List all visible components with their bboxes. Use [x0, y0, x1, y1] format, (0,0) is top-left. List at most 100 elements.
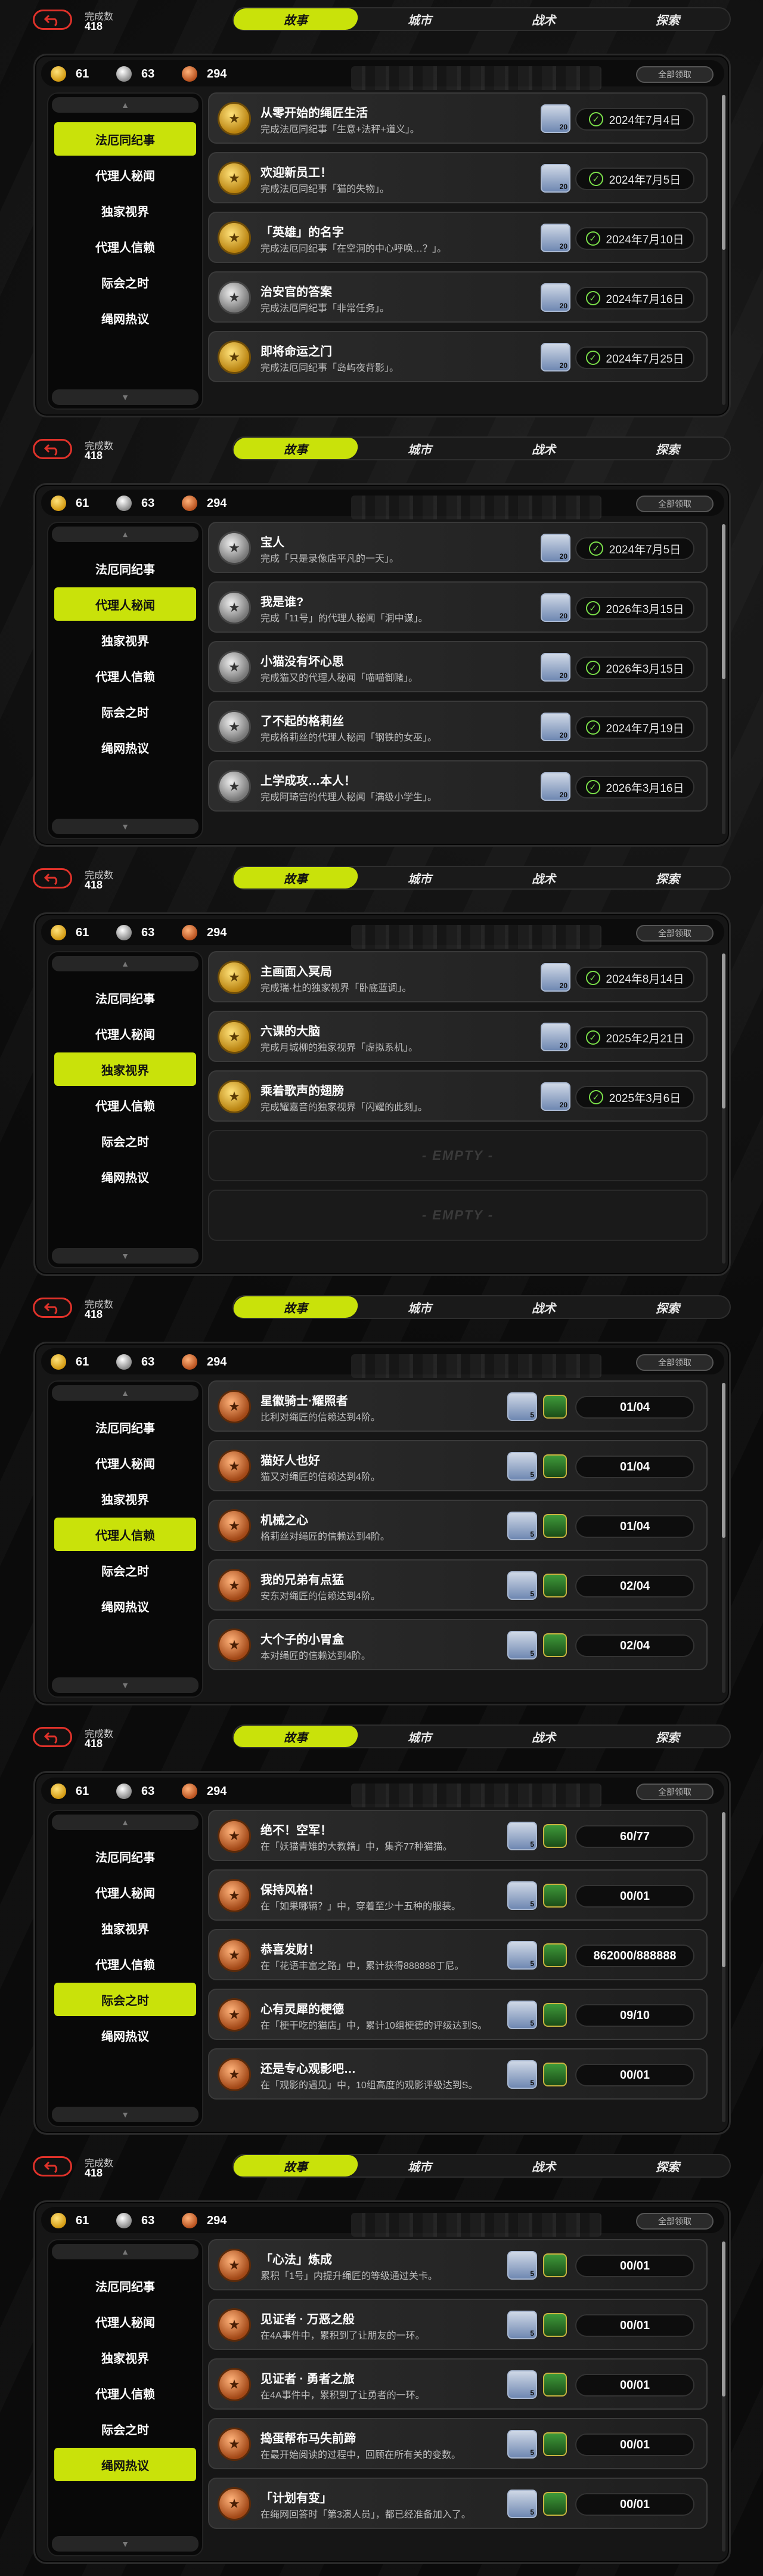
category-item[interactable]: 代理人秘闻 — [54, 587, 196, 621]
tab-2[interactable]: 战术 — [482, 8, 606, 30]
category-item[interactable]: 独家视界 — [54, 194, 196, 227]
tab-0[interactable]: 故事 — [232, 1726, 359, 1747]
category-item[interactable]: 独家视界 — [54, 2340, 196, 2374]
category-item[interactable]: 际会之时 — [54, 1124, 196, 1157]
list-scrollbar[interactable] — [722, 1383, 725, 1693]
achievement-card[interactable]: ★ 大个子的小胃盒 本对绳匠的信赖达到4阶。 5 02/04 — [208, 1619, 708, 1670]
achievement-card[interactable]: ★ 保持风格！ 在「如果哪辆？」中，穿着至少十五种的服装。 5 00/01 — [208, 1869, 708, 1921]
achievement-card[interactable]: ★ 见证者 · 万恶之般 在4A事件中，累积到了让朋友的一环。 5 00/01 — [208, 2299, 708, 2350]
category-item[interactable]: 绳网热议 — [54, 1160, 196, 1193]
category-item[interactable]: 代理人信赖 — [54, 1088, 196, 1122]
list-scrollbar[interactable] — [722, 95, 725, 405]
scrollbar-thumb[interactable] — [722, 1383, 725, 1538]
achievement-card[interactable]: ★ 从零开始的绳匠生活 完成法厄同纪事「生意+法秤+道义」。 20 ✓ 2024年7月4日 — [208, 92, 708, 144]
achievement-card[interactable]: ★ 「计划有变」 在绳网回答时「第3演人员」，都已经准备加入了。 5 00/01 — [208, 2478, 708, 2529]
tab-1[interactable]: 城市 — [358, 8, 482, 30]
tab-1[interactable]: 城市 — [358, 867, 482, 888]
scroll-up-icon[interactable]: ▲ — [52, 527, 198, 542]
category-item[interactable]: 代理人秘闻 — [54, 1446, 196, 1479]
scroll-down-icon[interactable]: ▼ — [52, 1677, 198, 1693]
list-scrollbar[interactable] — [722, 2241, 725, 2552]
scroll-down-icon[interactable]: ▼ — [52, 2536, 198, 2552]
achievement-card[interactable]: ★ 欢迎新员工！ 完成法厄同纪事「猫的失物」。 20 ✓ 2024年7月5日 — [208, 152, 708, 203]
category-item[interactable]: 代理人信赖 — [54, 659, 196, 692]
category-item[interactable]: 独家视界 — [54, 1482, 196, 1515]
tab-3[interactable]: 探索 — [606, 8, 730, 30]
category-item[interactable]: 法厄同纪事 — [54, 1840, 196, 1873]
scrollbar-thumb[interactable] — [722, 953, 725, 1109]
achievement-card[interactable]: ★ 上学成攻…本人！ 完成阿琦宫的代理人秘闻「满级小学生」。 20 ✓ 2026年3月16… — [208, 760, 708, 812]
achievement-card[interactable]: ★ 治安官的答案 完成法厄同纪事「非常任务」。 20 ✓ 2024年7月16日 — [208, 271, 708, 323]
category-item[interactable]: 独家视界 — [54, 623, 196, 657]
category-item[interactable]: 代理人信赖 — [54, 1518, 196, 1551]
category-item[interactable]: 绳网热议 — [54, 2018, 196, 2052]
achievement-card[interactable]: ★ 机械之心 格莉丝对绳匠的信赖达到4阶。 5 01/04 — [208, 1500, 708, 1551]
scroll-down-icon[interactable]: ▼ — [52, 1248, 198, 1264]
category-item[interactable]: 际会之时 — [54, 2412, 196, 2445]
category-item[interactable]: 独家视界 — [54, 1052, 196, 1086]
achievement-card[interactable]: ★ 乘着歌声的翅膀 完成耀嘉音的独家视界「闪耀的此刻」。 20 ✓ 2025年3月6日 — [208, 1070, 708, 1122]
achievement-card[interactable]: ★ 见证者 · 勇者之旅 在4A事件中，累积到了让勇者的一环。 5 00/01 — [208, 2358, 708, 2410]
category-item[interactable]: 绳网热议 — [54, 730, 196, 764]
category-item[interactable]: 际会之时 — [54, 1983, 196, 2016]
back-button[interactable] — [33, 439, 72, 459]
scroll-up-icon[interactable]: ▲ — [52, 97, 198, 113]
tab-3[interactable]: 探索 — [606, 2155, 730, 2176]
category-item[interactable]: 代理人秘闻 — [54, 1875, 196, 1909]
scrollbar-thumb[interactable] — [722, 524, 725, 679]
scroll-down-icon[interactable]: ▼ — [52, 2107, 198, 2122]
achievement-card[interactable]: ★ 了不起的格莉丝 完成格莉丝的代理人秘闻「钢铁的女巫」。 20 ✓ 2024年7月19日 — [208, 701, 708, 752]
tab-3[interactable]: 探索 — [606, 867, 730, 888]
scrollbar-thumb[interactable] — [722, 2241, 725, 2397]
category-item[interactable]: 独家视界 — [54, 1911, 196, 1945]
achievement-card[interactable]: ★ 「心法」炼成 累积「1号」内提升绳匠的等级通过关卡。 5 00/01 — [208, 2239, 708, 2290]
claim-all-button[interactable]: 全部领取 — [636, 1354, 714, 1371]
tab-3[interactable]: 探索 — [606, 438, 730, 459]
list-scrollbar[interactable] — [722, 1812, 725, 2122]
category-item[interactable]: 代理人秘闻 — [54, 2305, 196, 2338]
category-item[interactable]: 法厄同纪事 — [54, 552, 196, 585]
achievement-card[interactable]: ★ 绝不！空军！ 在「妖猫青雉的大教籍」中，集齐77种猫猫。 5 60/77 — [208, 1810, 708, 1861]
claim-all-button[interactable]: 全部领取 — [636, 496, 714, 512]
category-item[interactable]: 代理人信赖 — [54, 230, 196, 263]
tab-0[interactable]: 故事 — [232, 8, 359, 30]
claim-all-button[interactable]: 全部领取 — [636, 925, 714, 942]
tab-0[interactable]: 故事 — [232, 1296, 359, 1318]
achievement-card[interactable]: ★ 捣蛋帮布马失前蹄 在最开始阅读的过程中，回顾在所有关的变数。 5 00/01 — [208, 2418, 708, 2469]
category-item[interactable]: 际会之时 — [54, 1553, 196, 1587]
category-item[interactable]: 代理人秘闻 — [54, 1017, 196, 1050]
category-item[interactable]: 法厄同纪事 — [54, 1410, 196, 1444]
scrollbar-thumb[interactable] — [722, 95, 725, 250]
tab-1[interactable]: 城市 — [358, 438, 482, 459]
category-item[interactable]: 绳网热议 — [54, 301, 196, 335]
tab-0[interactable]: 故事 — [232, 2155, 359, 2176]
tab-2[interactable]: 战术 — [482, 867, 606, 888]
achievement-card[interactable]: ★ 即将命运之门 完成法厄同纪事「岛屿夜背影」。 20 ✓ 2024年7月25日 — [208, 331, 708, 382]
scroll-up-icon[interactable]: ▲ — [52, 956, 198, 971]
category-item[interactable]: 代理人信赖 — [54, 2376, 196, 2410]
tab-2[interactable]: 战术 — [482, 438, 606, 459]
category-item[interactable]: 法厄同纪事 — [54, 981, 196, 1014]
achievement-card[interactable]: ★ 星徽骑士·耀照者 比利对绳匠的信赖达到4阶。 5 01/04 — [208, 1380, 708, 1432]
achievement-card[interactable]: ★ 我是谁? 完成「11号」的代理人秘闻「洞中谋」。 20 ✓ 2026年3月15日 — [208, 581, 708, 633]
category-item[interactable]: 代理人信赖 — [54, 1947, 196, 1980]
tab-2[interactable]: 战术 — [482, 2155, 606, 2176]
back-button[interactable] — [33, 10, 72, 30]
tab-2[interactable]: 战术 — [482, 1726, 606, 1747]
tab-0[interactable]: 故事 — [232, 438, 359, 459]
category-item[interactable]: 法厄同纪事 — [54, 122, 196, 156]
scrollbar-thumb[interactable] — [722, 1812, 725, 1967]
category-item[interactable]: 法厄同纪事 — [54, 2269, 196, 2302]
tab-1[interactable]: 城市 — [358, 1296, 482, 1318]
tab-1[interactable]: 城市 — [358, 1726, 482, 1747]
scroll-up-icon[interactable]: ▲ — [52, 1815, 198, 1830]
list-scrollbar[interactable] — [722, 524, 725, 834]
scroll-down-icon[interactable]: ▼ — [52, 389, 198, 405]
category-item[interactable]: 绳网热议 — [54, 1589, 196, 1623]
scroll-down-icon[interactable]: ▼ — [52, 819, 198, 834]
achievement-card[interactable]: ★ 小猫没有坏心思 完成猫又的代理人秘闻「喵喵御赌」。 20 ✓ 2026年3月15日 — [208, 641, 708, 692]
achievement-card[interactable]: ★ 六课的大脑 完成月城柳的独家视界「虚拟系机」。 20 ✓ 2025年2月21日 — [208, 1011, 708, 1062]
achievement-card[interactable]: ★ 心有灵犀的梗德 在「梗干吃的猫店」中，累计10组梗德的评级达到S。 5 09/10 — [208, 1989, 708, 2040]
claim-all-button[interactable]: 全部领取 — [636, 66, 714, 83]
scroll-up-icon[interactable]: ▲ — [52, 1385, 198, 1401]
